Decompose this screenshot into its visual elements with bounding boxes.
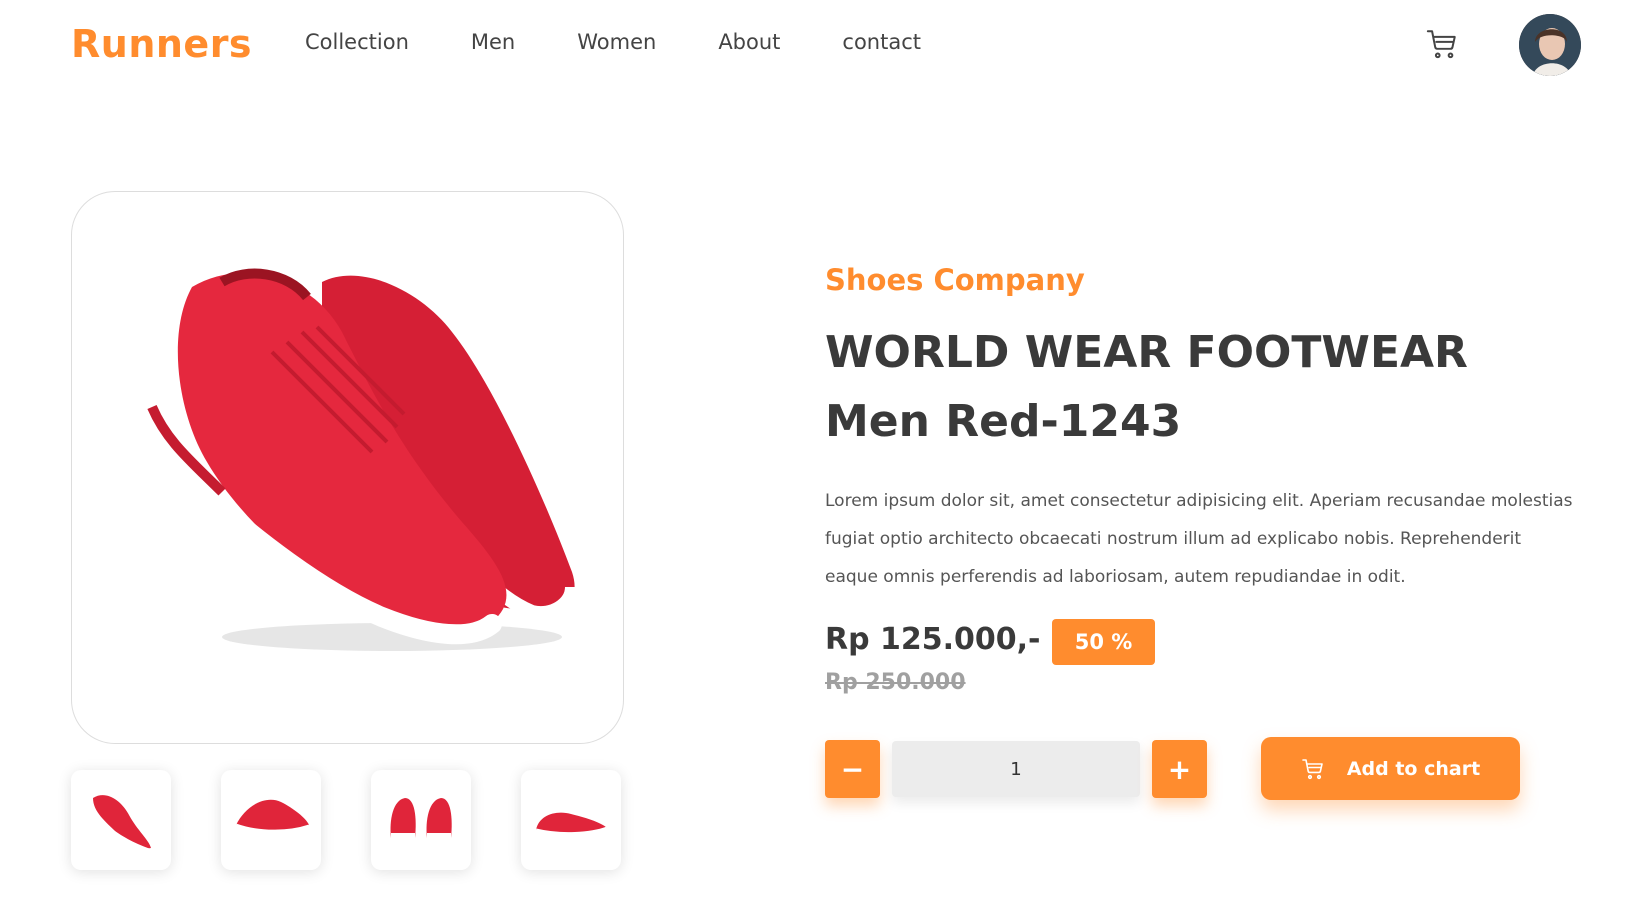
product-main-image [71, 191, 624, 744]
thumbnail-3[interactable] [371, 770, 471, 870]
nav-item-men[interactable]: Men [471, 30, 515, 54]
nav-item-collection[interactable]: Collection [305, 30, 409, 54]
add-to-cart-label: Add to chart [1346, 757, 1481, 780]
nav-item-contact[interactable]: contact [842, 30, 921, 54]
red-sneaker-illustration [143, 268, 579, 651]
add-to-cart-button[interactable]: Add to chart [1261, 737, 1520, 800]
nav-item-women[interactable]: Women [577, 30, 656, 54]
discount-badge: 50 % [1052, 619, 1155, 665]
decrease-quantity-button[interactable]: − [825, 740, 880, 798]
cart-icon [1301, 757, 1325, 781]
user-avatar[interactable] [1519, 14, 1581, 76]
quantity-input[interactable] [892, 741, 1140, 797]
thumbnail-1[interactable] [71, 770, 171, 870]
product-description: Lorem ipsum dolor sit, amet consectetur … [825, 491, 1573, 587]
main-nav: Collection Men Women About contact [305, 30, 921, 54]
thumbnail-4[interactable] [521, 770, 621, 870]
cart-icon[interactable] [1425, 27, 1459, 61]
thumbnail-2[interactable] [221, 770, 321, 870]
increase-quantity-button[interactable]: + [1152, 740, 1207, 798]
current-price: Rp 125.000,- [825, 622, 1041, 657]
brand-logo[interactable]: Runners [71, 22, 252, 66]
thumbnail-strip [71, 770, 621, 870]
original-price: Rp 250.000 [825, 670, 966, 695]
product-title: WORLD WEAR FOOTWEAR Men Red-1243 [825, 327, 1468, 447]
company-name: Shoes Company [825, 263, 1085, 297]
nav-item-about[interactable]: About [718, 30, 780, 54]
